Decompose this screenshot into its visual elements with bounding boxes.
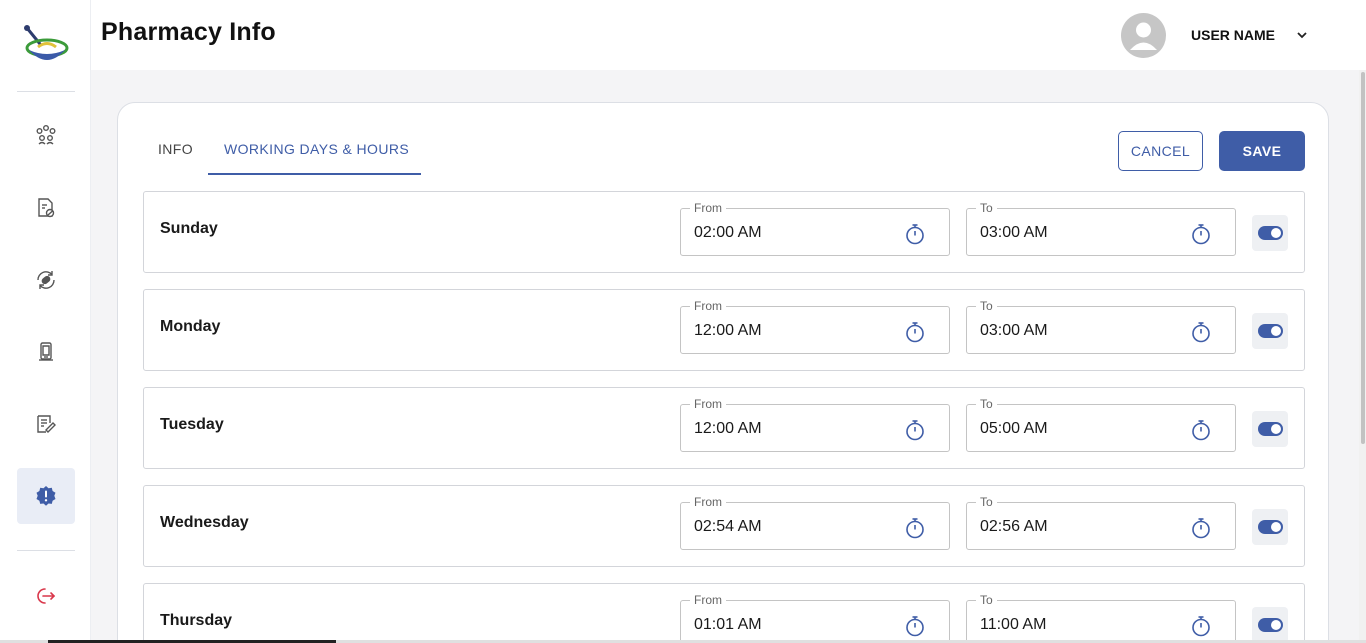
day-row-sunday: Sunday From 02:00 AM To 03:00 AM — [143, 191, 1305, 273]
field-label: To — [976, 494, 997, 510]
from-time-field[interactable]: From 02:54 AM — [680, 494, 950, 550]
prescription-icon — [38, 198, 55, 218]
day-enabled-toggle[interactable] — [1252, 313, 1288, 349]
timer-icon[interactable] — [903, 222, 927, 246]
toggle-track — [1257, 422, 1283, 436]
timer-icon[interactable] — [903, 614, 927, 638]
field-label: From — [690, 298, 726, 314]
day-enabled-toggle[interactable] — [1252, 607, 1288, 643]
from-time-field[interactable]: From 02:00 AM — [680, 200, 950, 256]
to-time-value[interactable]: 02:56 AM — [980, 518, 1048, 536]
day-name: Tuesday — [160, 416, 224, 433]
field-label: From — [690, 200, 726, 216]
sidebar-item-devices[interactable] — [17, 324, 75, 380]
from-time-value[interactable]: 01:01 AM — [694, 616, 762, 634]
sidebar-divider — [17, 91, 75, 92]
day-enabled-toggle[interactable] — [1252, 509, 1288, 545]
timer-icon[interactable] — [1189, 320, 1213, 344]
timer-icon[interactable] — [1189, 222, 1213, 246]
field-label: From — [690, 396, 726, 412]
from-time-value[interactable]: 12:00 AM — [694, 322, 762, 340]
toggle-track — [1257, 226, 1283, 240]
day-name: Wednesday — [160, 514, 249, 531]
pill-refresh-icon — [37, 271, 55, 289]
toggle-track — [1257, 324, 1283, 338]
save-button[interactable]: SAVE — [1219, 131, 1305, 171]
field-label: To — [976, 592, 997, 608]
top-header: Pharmacy Info USER NAME — [91, 0, 1366, 70]
to-time-value[interactable]: 11:00 AM — [980, 616, 1046, 634]
field-label: From — [690, 494, 726, 510]
to-time-field[interactable]: To 03:00 AM — [966, 200, 1236, 256]
to-time-field[interactable]: To 02:56 AM — [966, 494, 1236, 550]
chevron-down-icon[interactable] — [1294, 27, 1310, 43]
toggle-track — [1257, 520, 1283, 534]
sidebar-item-logout[interactable] — [17, 568, 75, 624]
day-enabled-toggle[interactable] — [1252, 411, 1288, 447]
timer-icon[interactable] — [1189, 418, 1213, 442]
user-avatar-icon — [1130, 22, 1157, 50]
tab-info[interactable]: INFO — [158, 141, 193, 157]
edit-note-icon — [37, 415, 56, 433]
page-title: Pharmacy Info — [101, 18, 276, 46]
scrollbar-thumb[interactable] — [1361, 72, 1365, 444]
day-row-thursday: Thursday From 01:01 AM To 11:00 AM — [143, 583, 1305, 643]
toggle-knob — [1270, 424, 1281, 434]
to-time-field[interactable]: To 03:00 AM — [966, 298, 1236, 354]
to-time-value[interactable]: 03:00 AM — [980, 224, 1048, 242]
timer-icon[interactable] — [903, 418, 927, 442]
day-row-wednesday: Wednesday From 02:54 AM To 02:56 AM — [143, 485, 1305, 567]
sidebar-divider — [17, 550, 75, 551]
pharmacy-logo-icon[interactable] — [18, 20, 72, 70]
users-group-icon — [36, 125, 56, 145]
pharmacy-info-badge-icon — [36, 486, 56, 506]
tab-working-days-hours[interactable]: WORKING DAYS & HOURS — [224, 141, 409, 157]
to-time-value[interactable]: 05:00 AM — [980, 420, 1048, 438]
from-time-field[interactable]: From 12:00 AM — [680, 396, 950, 452]
timer-icon[interactable] — [903, 516, 927, 540]
day-row-monday: Monday From 12:00 AM To 03:00 AM — [143, 289, 1305, 371]
day-row-tuesday: Tuesday From 12:00 AM To 05:00 AM — [143, 387, 1305, 469]
day-name: Thursday — [160, 612, 233, 629]
sidebar-item-users[interactable] — [17, 107, 75, 163]
to-time-value[interactable]: 03:00 AM — [980, 322, 1048, 340]
from-time-field[interactable]: From 01:01 AM — [680, 592, 950, 643]
to-time-field[interactable]: To 05:00 AM — [966, 396, 1236, 452]
field-label: To — [976, 200, 997, 216]
sidebar-item-notes[interactable] — [17, 396, 75, 452]
sidebar — [0, 0, 91, 643]
timer-icon[interactable] — [1189, 614, 1213, 638]
day-name: Monday — [160, 318, 221, 335]
from-time-field[interactable]: From 12:00 AM — [680, 298, 950, 354]
logout-icon — [37, 588, 56, 604]
toggle-knob — [1270, 326, 1281, 336]
sidebar-item-refills[interactable] — [17, 252, 75, 308]
active-tab-indicator — [208, 173, 421, 175]
toggle-knob — [1270, 228, 1281, 238]
to-time-field[interactable]: To 11:00 AM — [966, 592, 1236, 643]
toggle-knob — [1270, 522, 1281, 532]
timer-icon[interactable] — [903, 320, 927, 344]
day-enabled-toggle[interactable] — [1252, 215, 1288, 251]
user-name[interactable]: USER NAME — [1191, 27, 1275, 43]
field-label: To — [976, 396, 997, 412]
from-time-value[interactable]: 02:00 AM — [694, 224, 762, 242]
day-name: Sunday — [160, 220, 218, 237]
from-time-value[interactable]: 12:00 AM — [694, 420, 762, 438]
toggle-track — [1257, 618, 1283, 632]
sidebar-item-prescriptions[interactable] — [17, 180, 75, 236]
avatar[interactable] — [1121, 13, 1166, 58]
timer-icon[interactable] — [1189, 516, 1213, 540]
from-time-value[interactable]: 02:54 AM — [694, 518, 762, 536]
field-label: To — [976, 298, 997, 314]
sidebar-item-pharmacy-info[interactable] — [17, 468, 75, 524]
field-label: From — [690, 592, 726, 608]
cancel-button[interactable]: CANCEL — [1118, 131, 1203, 171]
pharmacy-info-card: INFO WORKING DAYS & HOURS CANCEL SAVE Su… — [117, 102, 1329, 643]
mobile-device-icon — [39, 342, 53, 361]
toggle-knob — [1270, 620, 1281, 630]
